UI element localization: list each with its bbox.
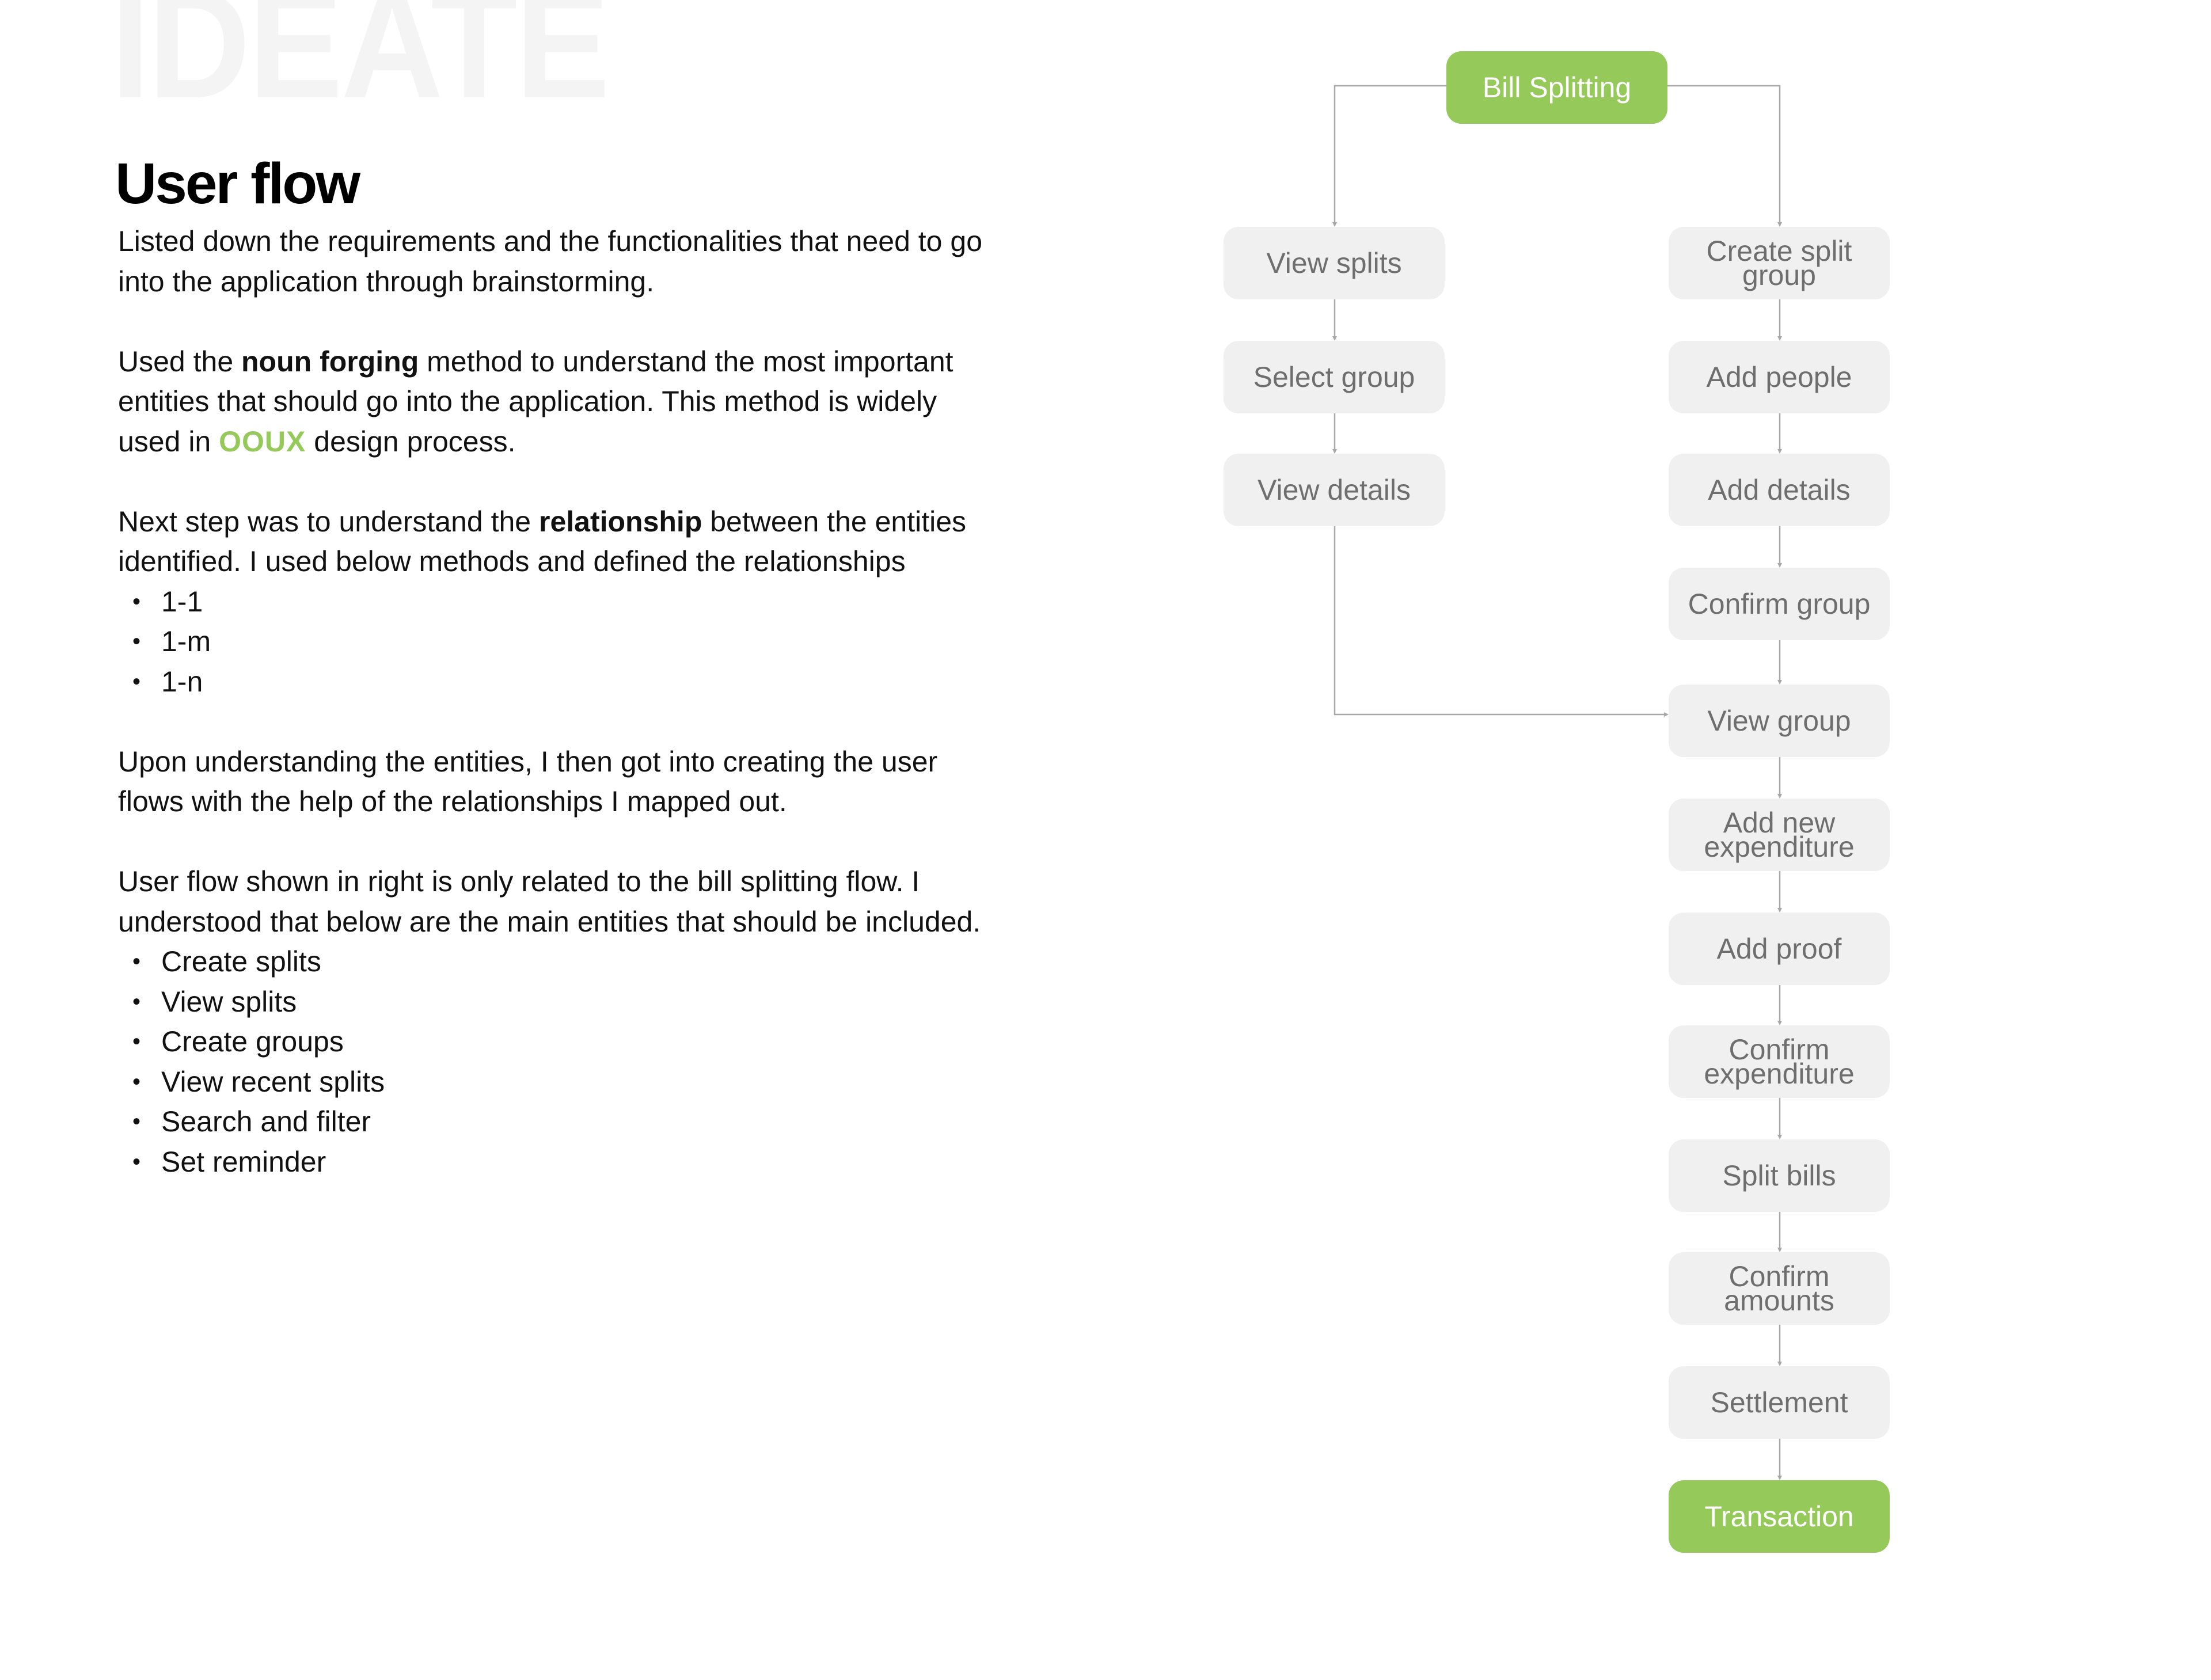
flow-node-confirm-amounts: Confirm amounts: [1669, 1252, 1890, 1325]
flow-node-view-group: View group: [1669, 685, 1890, 757]
flow-node-add-details: Add details: [1669, 454, 1890, 526]
connector-root-left: [1332, 85, 1446, 227]
connector-merge-view-group: [1334, 526, 1669, 717]
flow-node-split-bills: Split bills: [1669, 1139, 1890, 1212]
flow-node-view-splits: View splits: [1224, 227, 1445, 299]
flow-node-add-people: Add people: [1669, 341, 1890, 413]
flow-node-add-new-expenditure: Add new expenditure: [1669, 799, 1890, 871]
flow-node-root: Bill Splitting: [1446, 51, 1667, 124]
flow-node-create-split-group: Create split group: [1669, 227, 1890, 299]
connector-root-right: [1667, 85, 1782, 227]
flow-node-view-details: View details: [1224, 454, 1445, 526]
flow-node-confirm-expenditure: Confirm expenditure: [1669, 1025, 1890, 1098]
flow-node-select-group: Select group: [1224, 341, 1445, 413]
flow-node-add-proof: Add proof: [1669, 913, 1890, 985]
flow-node-settlement: Settlement: [1669, 1366, 1890, 1439]
flow-node-confirm-group: Confirm group: [1669, 568, 1890, 640]
flow-node-transaction: Transaction: [1669, 1480, 1890, 1553]
user-flow-diagram: Bill Splitting View splits Select group …: [0, 0, 2211, 1680]
